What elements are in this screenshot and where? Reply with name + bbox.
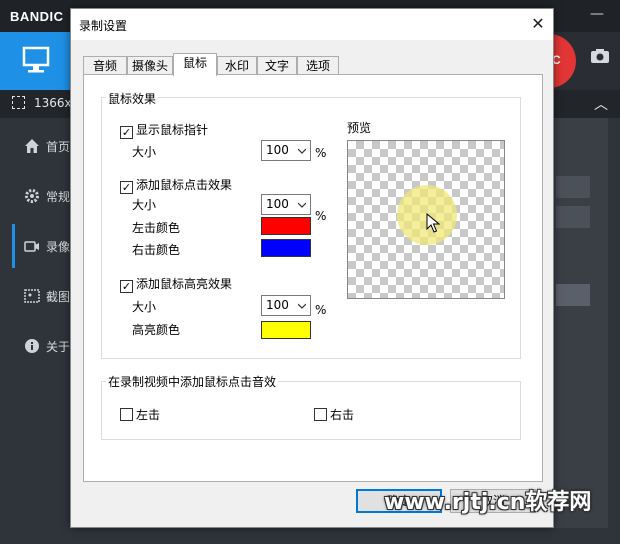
tab-text[interactable]: 文字 [257,56,297,75]
info-icon [25,339,39,353]
camera-icon[interactable] [590,48,610,67]
right-click-sound-checkbox[interactable]: 右击 [314,406,354,423]
percent-unit: % [315,209,327,223]
sidebar-item-label: 常规 [46,190,71,204]
right-click-color-label: 右击颜色 [132,243,181,257]
video-icon [24,241,39,252]
sidebar-item-label: 首页 [46,140,71,154]
preview-label: 预览 [347,121,372,135]
sidebar-item-label: 截图 [46,290,71,304]
sidebar-item-general[interactable]: 常规 [24,188,70,205]
click-size-label: 大小 [132,198,157,212]
tab-watermark[interactable]: 水印 [217,56,257,75]
sidebar-item-label: 关于 [46,340,71,354]
left-click-color-label: 左击颜色 [132,221,181,235]
checkbox-box[interactable] [314,408,327,421]
group-label: 在录制视频中添加鼠标点击音效 [106,373,279,390]
highlight-color-swatch[interactable] [261,321,311,339]
gear-icon [25,189,39,203]
preview-area [347,140,505,299]
click-effect-checkbox[interactable]: ✓ 添加鼠标点击效果 [120,176,232,194]
checkbox-box[interactable]: ✓ [120,126,133,139]
highlight-checkbox[interactable]: ✓ 添加鼠标高亮效果 [120,275,232,293]
panel-row [556,284,590,306]
chevron-down-icon [298,303,306,309]
mouse-tab-panel: 鼠标效果 ✓ 显示鼠标指针 大小 100 % ✓ 添加鼠标点击效果 大小 100 %… [83,74,543,482]
panel-row [556,176,590,198]
percent-unit: % [315,146,327,160]
tab-audio[interactable]: 音频 [83,56,127,75]
close-button[interactable]: ✕ [527,13,549,35]
image-icon [24,289,40,303]
click-size-select[interactable]: 100 [261,194,311,215]
left-click-sound-checkbox[interactable]: 左击 [120,406,160,423]
sidebar-item-screenshot[interactable]: 截图 [24,288,70,305]
right-click-color-swatch[interactable] [261,239,311,257]
left-click-color-swatch[interactable] [261,217,311,235]
cursor-icon [426,213,440,233]
tab-options[interactable]: 选项 [297,56,339,75]
checkbox-label: 添加鼠标点击效果 [136,178,233,192]
group-label: 鼠标效果 [106,90,159,107]
cursor-size-label: 大小 [132,145,157,159]
highlight-size-label: 大小 [132,300,157,314]
chevron-down-icon [298,202,306,208]
panel-row [556,206,590,228]
checkbox-label: 右击 [330,408,355,422]
checkbox-box[interactable]: ✓ [120,280,133,293]
checkbox-box[interactable]: ✓ [120,181,133,194]
checkbox-box[interactable] [120,408,133,421]
show-cursor-checkbox[interactable]: ✓ 显示鼠标指针 [120,121,208,139]
dialog-title: 录制设置 [79,19,128,33]
app-logo: BANDIC [10,9,64,24]
resolution-text: 1366x [34,96,72,110]
select-value: 100 [266,197,289,211]
site-watermark: www.rjtj.cn软荐网 [384,490,592,515]
recording-settings-dialog: 录制设置 ✕ 音频 摄像头 鼠标 水印 文字 选项 鼠标效果 ✓ 显示鼠标指针 大… [70,8,554,528]
checkbox-label: 左击 [136,408,161,422]
highlight-size-select[interactable]: 100 [261,295,311,316]
region-select-icon[interactable] [12,96,25,109]
cursor-size-select[interactable]: 100 [261,140,311,161]
minimize-button[interactable]: — [590,6,604,22]
chevron-up-icon[interactable]: ︿ [594,94,608,114]
screen-mode-button[interactable] [0,32,70,90]
monitor-icon [22,46,50,73]
sidebar-item-label: 录像 [46,240,71,254]
sidebar-item-video[interactable]: 录像 [24,238,70,255]
select-value: 100 [266,298,289,312]
chevron-down-icon [298,148,306,154]
tab-webcam[interactable]: 摄像头 [127,56,173,75]
percent-unit: % [315,303,327,317]
sidebar [12,118,70,528]
sidebar-item-about[interactable]: 关于 [24,338,70,355]
checkbox-label: 显示鼠标指针 [136,123,209,137]
sidebar-item-home[interactable]: 首页 [24,138,70,155]
checkbox-label: 添加鼠标高亮效果 [136,277,233,291]
home-icon [25,139,39,153]
sidebar-active-indicator [12,224,15,268]
highlight-color-label: 高亮颜色 [132,323,181,337]
select-value: 100 [266,143,289,157]
dialog-titlebar: 录制设置 ✕ [71,9,553,40]
tab-mouse[interactable]: 鼠标 [173,53,217,76]
